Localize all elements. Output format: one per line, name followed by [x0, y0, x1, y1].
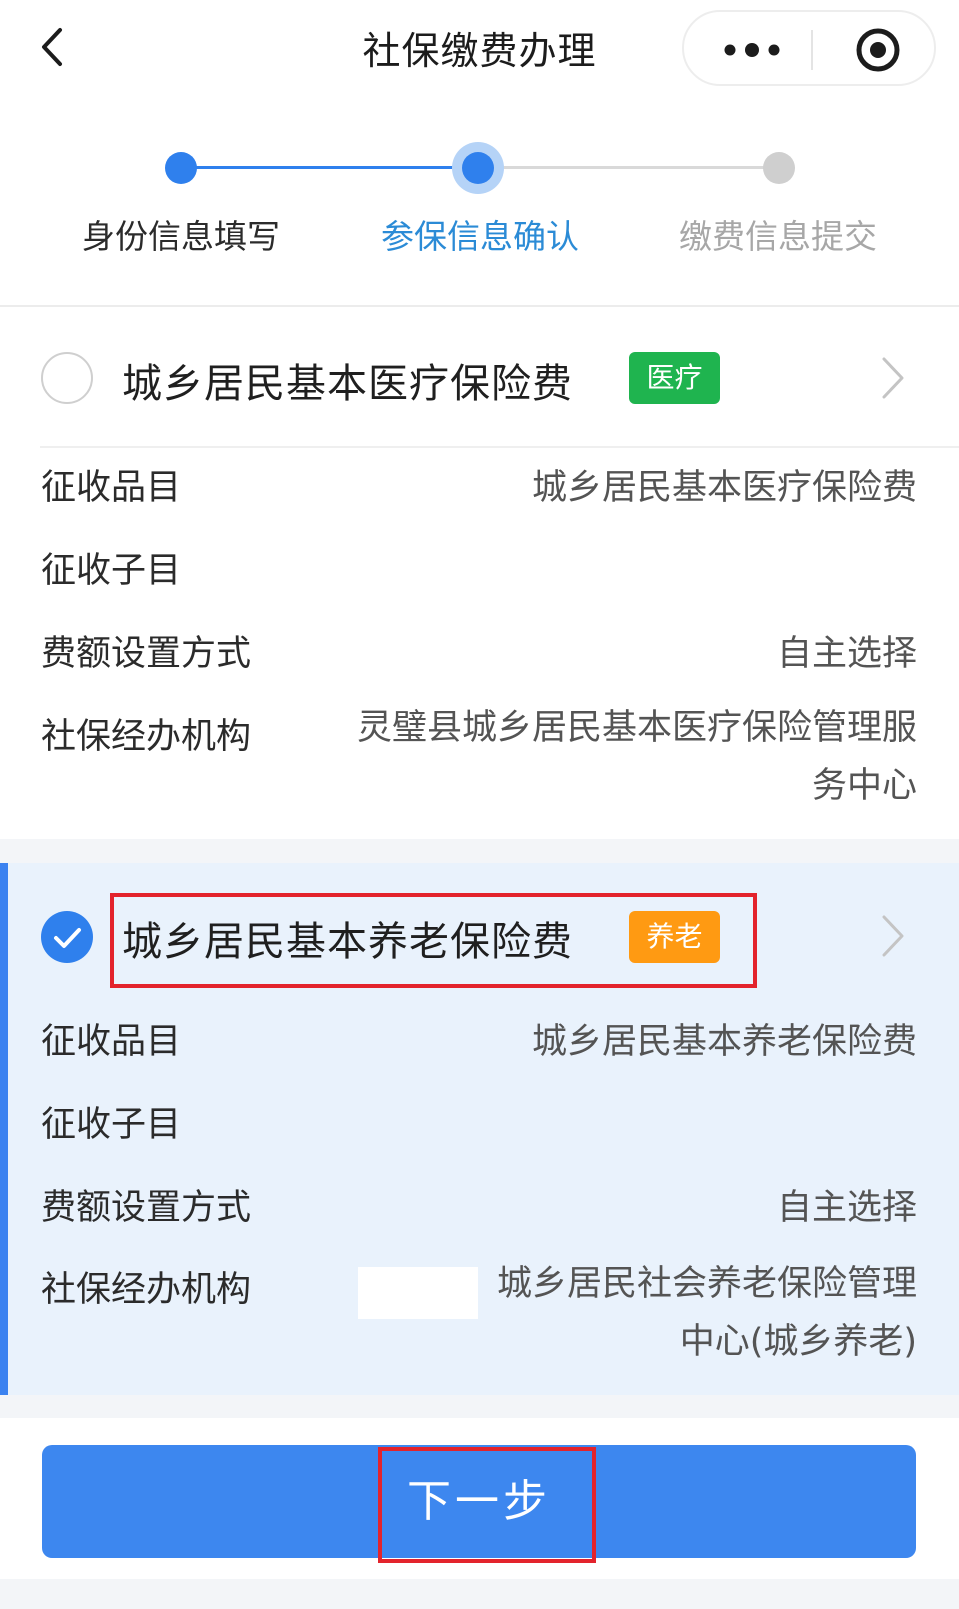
insurance-card-pension[interactable]: 城乡居民基本养老保险费 养老 征收品目 城乡居民基本养老保险费 征收子目 费额设…: [0, 863, 959, 1395]
chevron-right-icon[interactable]: [878, 355, 908, 401]
row-value-item: 城乡居民基本养老保险费: [531, 1022, 917, 1062]
row-value-fee-mode: 自主选择: [776, 1188, 917, 1228]
row-value-fee-mode: 自主选择: [776, 634, 917, 674]
redaction-mask: [358, 1267, 478, 1319]
row-value-agency: 城乡居民社会养老保险管理中心(城乡养老): [496, 1264, 917, 1362]
step-dot-done: [165, 152, 197, 184]
check-icon: [54, 928, 81, 948]
step-label-3: 缴费信息提交: [679, 217, 877, 256]
footer-bottom-band: [0, 1579, 959, 1609]
card-title: 城乡居民基本医疗保险费: [122, 361, 573, 407]
step-line-done: [180, 166, 478, 169]
row-label-subitem: 征收子目: [41, 1105, 182, 1145]
target-circle-icon[interactable]: [854, 26, 902, 74]
highlight-box-title: [110, 893, 757, 988]
mini-program-capsule: [682, 10, 936, 86]
row-label-fee-mode: 费额设置方式: [41, 1188, 252, 1228]
step-label-1: 身份信息填写: [82, 217, 280, 256]
footer-gap: [0, 1395, 959, 1418]
capsule-divider: [811, 30, 813, 70]
nav-bar: 社保缴费办理: [0, 0, 959, 100]
card-header-divider: [40, 446, 959, 448]
progress-steps: 身份信息填写 参保信息确认 缴费信息提交: [0, 100, 959, 300]
step-dot-pending: [763, 152, 795, 184]
step-label-2: 参保信息确认: [381, 217, 579, 256]
insurance-card-medical[interactable]: 城乡居民基本医疗保险费 医疗 征收品目 城乡居民基本医疗保险费 征收子目 费额设…: [0, 307, 959, 839]
step-line-pending: [478, 166, 778, 169]
row-label-fee-mode: 费额设置方式: [41, 634, 252, 674]
row-value-agency: 灵璧县城乡居民基本医疗保险管理服务中心: [357, 708, 918, 806]
row-label-item: 征收品目: [41, 468, 182, 508]
chevron-right-icon[interactable]: [878, 913, 908, 959]
more-dots-icon[interactable]: [722, 42, 782, 58]
step-dot-current-inner: [462, 152, 494, 184]
row-value-item: 城乡居民基本医疗保险费: [531, 468, 917, 508]
selected-accent-bar: [0, 863, 8, 1395]
row-label-agency: 社保经办机构: [41, 717, 252, 757]
tag-medical: 医疗: [629, 352, 720, 404]
radio-unchecked[interactable]: [41, 352, 93, 404]
radio-checked[interactable]: [41, 911, 93, 963]
row-label-item: 征收品目: [41, 1022, 182, 1062]
footer-bar: 下一步: [0, 1418, 959, 1609]
highlight-box-next: [378, 1447, 596, 1563]
row-label-subitem: 征收子目: [41, 551, 182, 591]
row-label-agency: 社保经办机构: [41, 1270, 252, 1310]
card-gap: [0, 839, 959, 863]
